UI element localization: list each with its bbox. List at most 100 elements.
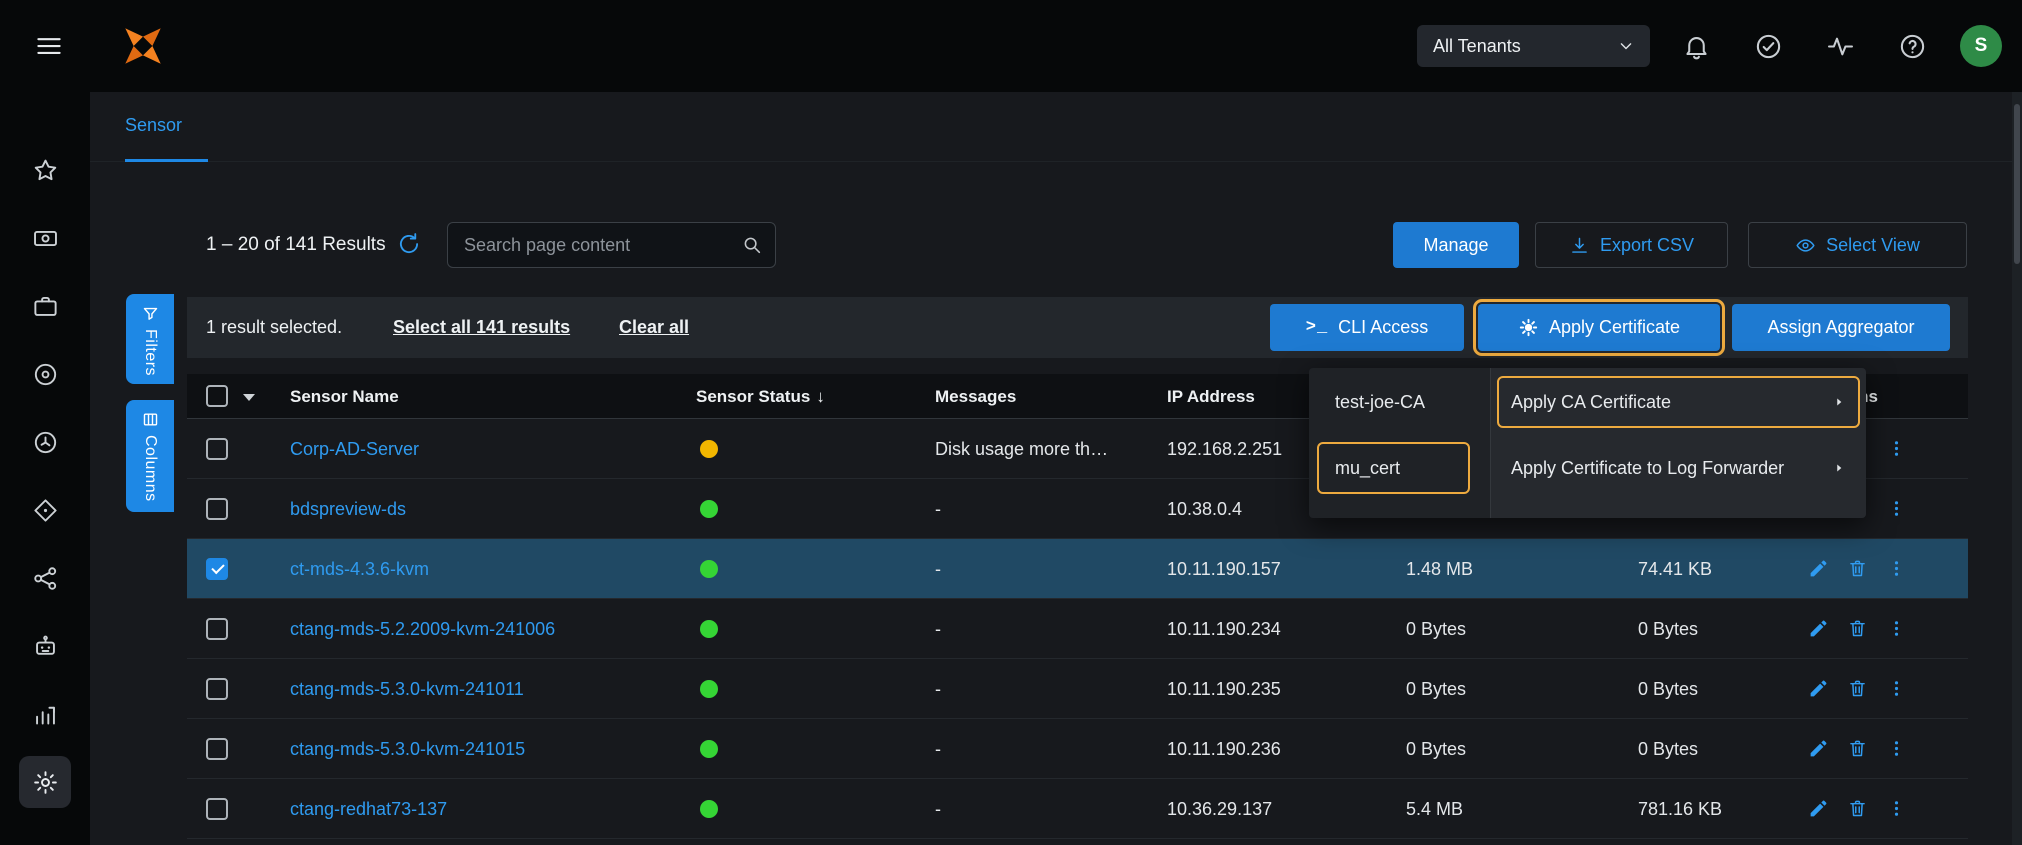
sidebar-item-payments-icon[interactable]: [19, 212, 71, 264]
header-messages[interactable]: Messages: [935, 374, 1016, 419]
metric-cell: 0 Bytes: [1406, 659, 1466, 719]
table-row[interactable]: ctang-mds-5.3.0-kvm-241015 - 10.11.190.2…: [187, 719, 1968, 779]
delete-trash-icon[interactable]: [1844, 616, 1870, 642]
sensor-name-link[interactable]: Corp-AD-Server: [290, 419, 419, 479]
edit-pencil-icon[interactable]: [1805, 616, 1831, 642]
row-checkbox[interactable]: [206, 498, 228, 520]
menu-hamburger-icon[interactable]: [27, 24, 71, 68]
toolbar: 1 – 20 of 141 Results Manage Export CSV …: [90, 222, 2022, 268]
refresh-icon[interactable]: [396, 231, 424, 259]
delete-trash-icon[interactable]: [1844, 676, 1870, 702]
more-actions-kebab-icon[interactable]: [1883, 736, 1909, 762]
selection-menu-caret-icon[interactable]: [243, 394, 255, 401]
delete-trash-icon[interactable]: [1844, 796, 1870, 822]
edit-pencil-icon[interactable]: [1805, 676, 1831, 702]
more-actions-kebab-icon[interactable]: [1883, 616, 1909, 642]
edit-pencil-icon[interactable]: [1805, 556, 1831, 582]
tab-sensor[interactable]: Sensor: [125, 92, 208, 162]
ip-cell: 10.11.190.157: [1167, 539, 1281, 599]
edit-pencil-icon[interactable]: [1805, 796, 1831, 822]
columns-panel-tab[interactable]: Columns: [126, 400, 174, 512]
row-checkbox[interactable]: [206, 438, 228, 460]
table-row-selected[interactable]: ct-mds-4.3.6-kvm - 10.11.190.157 1.48 MB…: [187, 539, 1968, 599]
sidebar-item-analytics-icon[interactable]: [19, 688, 71, 740]
row-checkbox[interactable]: [206, 798, 228, 820]
search-icon: [741, 234, 763, 256]
activity-pulse-icon[interactable]: [1814, 20, 1866, 72]
more-actions-kebab-icon[interactable]: [1883, 796, 1909, 822]
metric-cell: 0 Bytes: [1638, 659, 1698, 719]
sidebar-item-network-icon[interactable]: [19, 552, 71, 604]
filters-tab-label: Filters: [141, 329, 159, 376]
more-actions-kebab-icon[interactable]: [1883, 496, 1909, 522]
clear-all-link[interactable]: Clear all: [619, 297, 689, 358]
sensor-name-link[interactable]: ctang-mds-5.3.0-kvm-241015: [290, 719, 525, 779]
filters-panel-tab[interactable]: Filters: [126, 294, 174, 384]
search-input[interactable]: [464, 235, 741, 256]
select-view-button[interactable]: Select View: [1748, 222, 1967, 268]
sidebar-item-model-icon[interactable]: [19, 416, 71, 468]
table-row[interactable]: ctang-mds-5.2.2009-kvm-241006 - 10.11.19…: [187, 599, 1968, 659]
sidebar-item-disc-icon[interactable]: [19, 348, 71, 400]
menu-item-label: test-joe-CA: [1335, 392, 1425, 413]
sensor-name-link[interactable]: ctang-mds-5.2.2009-kvm-241006: [290, 599, 555, 659]
apply-certificate-button[interactable]: Apply Certificate: [1478, 304, 1720, 351]
delete-trash-icon[interactable]: [1844, 736, 1870, 762]
header-ip-address[interactable]: IP Address: [1167, 374, 1255, 419]
status-dot-ok: [700, 800, 718, 818]
select-all-checkbox[interactable]: [206, 385, 228, 407]
sidebar-item-settings-icon[interactable]: [19, 756, 71, 808]
results-count: 1 – 20 of 141 Results: [206, 222, 386, 268]
ip-cell: 10.38.0.4: [1167, 479, 1242, 539]
status-dot-warning: [700, 440, 718, 458]
scrollbar-thumb[interactable]: [2014, 104, 2020, 264]
cli-access-button[interactable]: >_ CLI Access: [1270, 304, 1464, 351]
delete-trash-icon[interactable]: [1844, 556, 1870, 582]
export-csv-button[interactable]: Export CSV: [1535, 222, 1728, 268]
row-checkbox[interactable]: [206, 738, 228, 760]
table-row[interactable]: ctang-redhat73-137 - 10.36.29.137 5.4 MB…: [187, 779, 1968, 839]
menu-item-apply-cert-log-forwarder[interactable]: Apply Certificate to Log Forwarder: [1497, 442, 1860, 494]
row-checkbox[interactable]: [206, 618, 228, 640]
selection-count-text: 1 result selected.: [206, 297, 342, 358]
manage-button[interactable]: Manage: [1393, 222, 1519, 268]
sensor-name-link[interactable]: ctang-redhat73-137: [290, 779, 447, 839]
more-actions-kebab-icon[interactable]: [1883, 436, 1909, 462]
message-cell: -: [935, 539, 941, 599]
header-sensor-status[interactable]: Sensor Status↓: [696, 374, 825, 419]
tenant-selector[interactable]: All Tenants: [1417, 25, 1650, 67]
sidebar-item-briefcase-icon[interactable]: [19, 280, 71, 332]
assign-aggregator-button[interactable]: Assign Aggregator: [1732, 304, 1950, 351]
row-checkbox[interactable]: [206, 678, 228, 700]
certificate-seal-icon: [1518, 317, 1539, 338]
ip-cell: 10.11.190.234: [1167, 599, 1281, 659]
select-all-link[interactable]: Select all 141 results: [393, 297, 570, 358]
terminal-icon: >_: [1306, 318, 1328, 337]
select-view-label: Select View: [1826, 235, 1920, 256]
sensor-name-link[interactable]: ct-mds-4.3.6-kvm: [290, 539, 429, 599]
table-row[interactable]: ctang-mds-5.3.0-kvm-241011 - 10.11.190.2…: [187, 659, 1968, 719]
message-cell: -: [935, 599, 941, 659]
edit-pencil-icon[interactable]: [1805, 736, 1831, 762]
help-icon[interactable]: [1886, 20, 1938, 72]
metric-cell: 0 Bytes: [1638, 599, 1698, 659]
more-actions-kebab-icon[interactable]: [1883, 556, 1909, 582]
menu-item-cert[interactable]: test-joe-CA: [1317, 376, 1470, 428]
metric-cell: 0 Bytes: [1638, 719, 1698, 779]
sidebar-item-star-icon[interactable]: [19, 144, 71, 196]
more-actions-kebab-icon[interactable]: [1883, 676, 1909, 702]
notifications-bell-icon[interactable]: [1670, 20, 1722, 72]
status-dot-ok: [700, 560, 718, 578]
sensor-name-link[interactable]: bdspreview-ds: [290, 479, 406, 539]
status-check-circle-icon[interactable]: [1742, 20, 1794, 72]
menu-item-apply-ca-certificate[interactable]: Apply CA Certificate: [1497, 376, 1860, 428]
status-dot-ok: [700, 740, 718, 758]
user-avatar[interactable]: S: [1960, 25, 2002, 67]
sidebar-item-target-icon[interactable]: [19, 484, 71, 536]
menu-item-cert-focused[interactable]: mu_cert: [1317, 442, 1470, 494]
header-sensor-name[interactable]: Sensor Name: [290, 374, 399, 419]
sensor-name-link[interactable]: ctang-mds-5.3.0-kvm-241011: [290, 659, 524, 719]
sidebar-item-robot-icon[interactable]: [19, 620, 71, 672]
export-csv-label: Export CSV: [1600, 235, 1694, 256]
row-checkbox-checked[interactable]: [206, 558, 228, 580]
